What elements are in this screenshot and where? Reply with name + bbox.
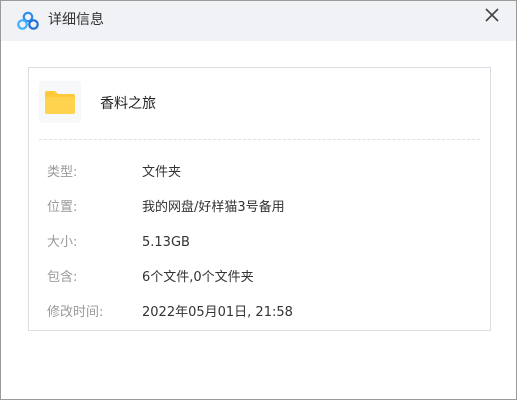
- contains-value: 6个文件,0个文件夹: [142, 270, 254, 285]
- details-card: 香料之旅 类型: 文件夹 位置: 我的网盘/好样猫3号备用 大小: 5.13GB…: [28, 67, 491, 331]
- detail-row-size: 大小: 5.13GB: [47, 233, 480, 253]
- details-dialog: 详细信息 香料之旅 类型: 文件夹 位置: 我的网盘/好样猫3号备用 大小: 5…: [0, 0, 517, 400]
- modified-time-label: 修改时间:: [47, 305, 104, 320]
- size-label: 大小:: [47, 235, 78, 250]
- size-value: 5.13GB: [142, 235, 190, 250]
- dialog-title: 详细信息: [48, 12, 104, 28]
- location-value: 我的网盘/好样猫3号备用: [142, 200, 285, 215]
- file-name: 香料之旅: [100, 96, 156, 112]
- location-label: 位置:: [47, 200, 78, 215]
- folder-icon: [39, 81, 81, 123]
- contains-label: 包含:: [47, 270, 78, 285]
- type-label: 类型:: [47, 165, 78, 180]
- cloud-logo-icon: [16, 11, 40, 31]
- close-button[interactable]: [482, 5, 502, 25]
- type-value: 文件夹: [142, 165, 182, 180]
- detail-row-modified: 修改时间: 2022年05月01日, 21:58: [47, 303, 480, 323]
- detail-row-type: 类型: 文件夹: [47, 163, 480, 183]
- modified-time-value: 2022年05月01日, 21:58: [142, 305, 293, 320]
- detail-row-contains: 包含: 6个文件,0个文件夹: [47, 268, 480, 288]
- title-bar: 详细信息: [1, 1, 516, 41]
- detail-row-location: 位置: 我的网盘/好样猫3号备用: [47, 198, 480, 218]
- divider: [39, 139, 480, 140]
- close-icon[interactable]: [482, 5, 502, 25]
